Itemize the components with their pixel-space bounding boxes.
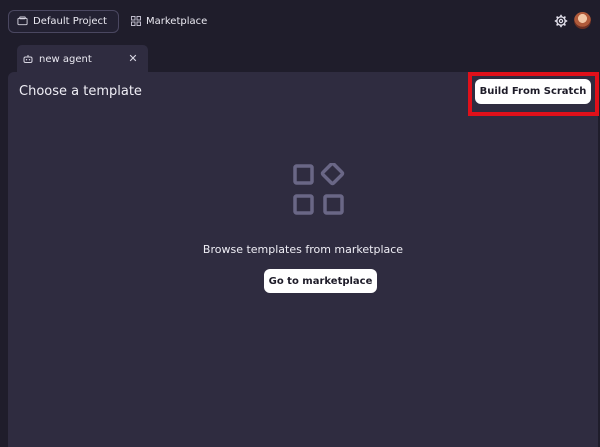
top-bar: Default Project Marketplace [0,0,600,42]
agent-icon [23,55,33,63]
build-from-scratch-button[interactable]: Build From Scratch [475,79,591,104]
tab-new-agent[interactable]: new agent ✕ [17,45,148,73]
go-to-marketplace-button[interactable]: Go to marketplace [264,269,377,293]
shapes-grid-icon [293,163,345,215]
page-title: Choose a template [19,84,142,99]
project-label: Default Project [33,16,107,27]
folder-icon [17,16,28,26]
grid-icon [131,16,141,26]
template-panel: Choose a template Build From Scratch Bro… [8,72,599,447]
tab-label: new agent [39,53,92,65]
gear-icon[interactable] [554,14,568,28]
marketplace-label: Marketplace [146,15,208,27]
close-icon[interactable]: ✕ [126,51,140,65]
empty-state-text: Browse templates from marketplace [202,243,404,256]
project-selector[interactable]: Default Project [8,10,119,33]
user-avatar[interactable] [574,12,591,29]
marketplace-link[interactable]: Marketplace [131,13,207,29]
